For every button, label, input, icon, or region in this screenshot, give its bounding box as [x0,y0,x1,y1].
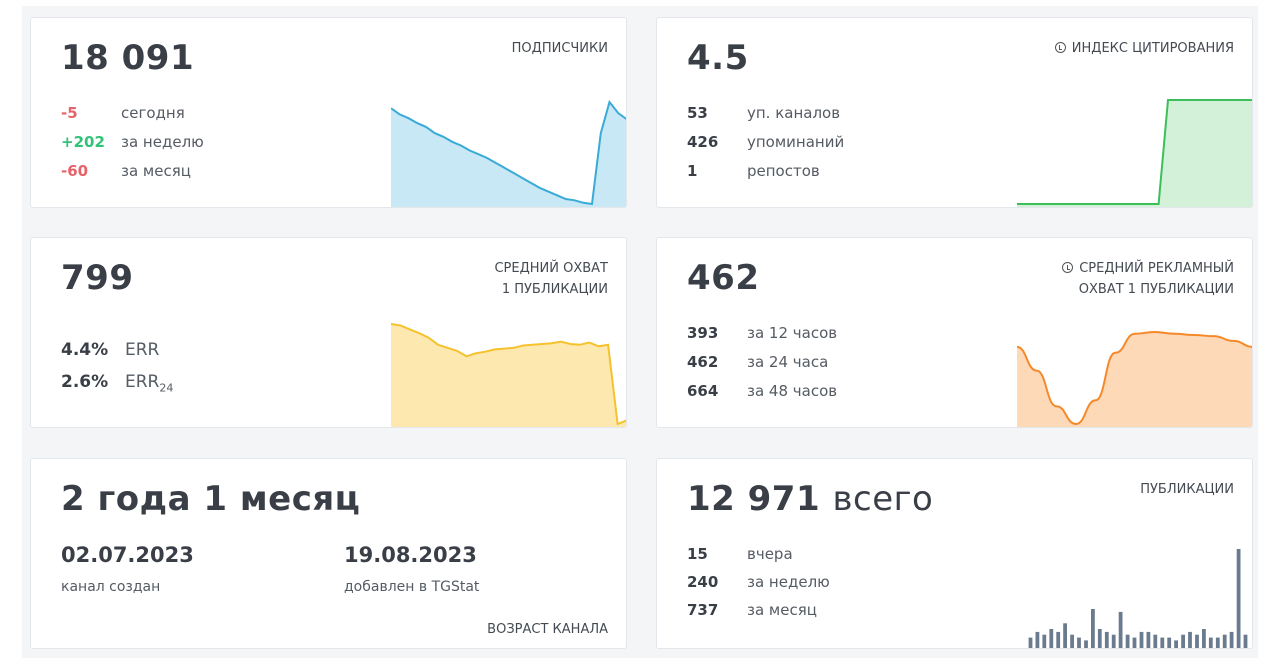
sparkline-area [391,324,626,427]
posts-bar [1035,631,1040,648]
posts-bar [1222,634,1227,648]
subscribers-count: 18 091 [61,38,195,78]
citation-label: ИНДЕКС ЦИТИРОВАНИЯ [1054,38,1234,59]
posts-bar [1070,634,1074,648]
clock-icon [1062,262,1074,273]
channel-age-card[interactable]: 2 года 1 месяц 02.07.2023 канал создан 1… [30,458,627,649]
stat-posts-month: 737 за месяц [687,601,817,619]
posts-total: 12 971 всего [687,479,934,519]
posts-bar [1118,611,1123,648]
ad-reach-sparkline [1017,330,1252,427]
added-date: 19.08.2023 [344,543,477,567]
sparkline-area [1017,332,1252,427]
posts-bar [1236,549,1241,648]
stat-yesterday: 15 вчера [687,545,793,563]
ad-reach-label: СРЕДНИЙ РЕКЛАМНЫЙ ОХВАТ 1 ПУБЛИКАЦИИ [1062,258,1234,300]
reach-label: СРЕДНИЙ ОХВАТ 1 ПУБЛИКАЦИИ [494,261,608,297]
posts-bar [1097,629,1102,648]
posts-bar [1084,640,1088,648]
sparkline-area [1017,100,1252,207]
posts-bar [1104,631,1109,648]
subscribers-card[interactable]: 18 091 ПОДПИСЧИКИ -5 сегодня +202 за недел… [30,17,627,208]
posts-bar [1146,631,1151,648]
ad-reach-card[interactable]: 462 СРЕДНИЙ РЕКЛАМНЫЙ ОХВАТ 1 ПУБЛИКАЦИИ … [656,237,1253,428]
channel-age: 2 года 1 месяц [61,479,361,519]
posts-bar [1049,629,1054,648]
stat-reposts: 1 репостов [687,162,820,180]
posts-bar [1077,637,1081,648]
posts-bar [1208,637,1213,648]
posts-bar [1042,634,1047,648]
stat-today: -5 сегодня [61,104,185,122]
reach-value: 799 [61,258,134,298]
citation-index: 4.5 [687,38,749,78]
subscribers-sparkline [391,99,626,207]
age-label: ВОЗРАСТ КАНАЛА [487,622,608,637]
clock-icon [1054,42,1066,53]
posts-bar [1229,631,1234,648]
stat-channels: 53 уп. каналов [687,104,841,122]
posts-bar [1139,631,1144,648]
posts-bar [1125,634,1130,648]
posts-bar [1063,623,1067,648]
stat-12h: 393 за 12 часов [687,324,838,342]
created-date: 02.07.2023 [61,543,194,567]
posts-bar [1188,631,1192,648]
posts-bar [1056,631,1061,648]
citation-card[interactable]: 4.5 ИНДЕКС ЦИТИРОВАНИЯ 53 уп. каналов 426… [656,17,1253,208]
created-caption: канал создан [61,579,161,595]
posts-bar [1153,634,1158,648]
posts-bar [1111,634,1116,648]
posts-bar [1091,609,1095,648]
ad-reach-value: 462 [687,258,760,298]
posts-bar [1202,629,1206,648]
posts-label: ПУБЛИКАЦИИ [1140,482,1234,497]
stat-month: -60 за месяц [61,162,191,180]
posts-bar [1243,634,1248,648]
stat-week: +202 за неделю [61,133,204,151]
reach-card[interactable]: 799 СРЕДНИЙ ОХВАТ 1 ПУБЛИКАЦИИ 4.4% ERR 2.… [30,237,627,428]
posts-bar [1174,640,1178,648]
subscribers-label: ПОДПИСЧИКИ [511,41,608,56]
sparkline-area [391,102,626,207]
err-row: 4.4% ERR [61,340,160,360]
citation-sparkline [1017,99,1252,207]
added-caption: добавлен в TGStat [344,579,480,595]
posts-bar [1215,637,1220,648]
reach-sparkline [391,323,626,427]
posts-bar [1160,637,1165,648]
posts-bar [1167,637,1172,648]
stat-48h: 664 за 48 часов [687,382,838,400]
posts-bar [1028,637,1033,648]
stat-posts-week: 240 за неделю [687,573,830,591]
posts-card[interactable]: 12 971 всего ПУБЛИКАЦИИ 15 вчера 240 за не… [656,458,1253,649]
stat-mentions: 426 упоминаний [687,133,845,151]
posts-bar [1132,637,1137,648]
posts-bar-chart [1028,549,1248,648]
posts-bar [1195,634,1199,648]
err24-row: 2.6% ERR24 [61,372,174,395]
posts-bar [1181,634,1185,648]
stat-24h: 462 за 24 часа [687,353,829,371]
